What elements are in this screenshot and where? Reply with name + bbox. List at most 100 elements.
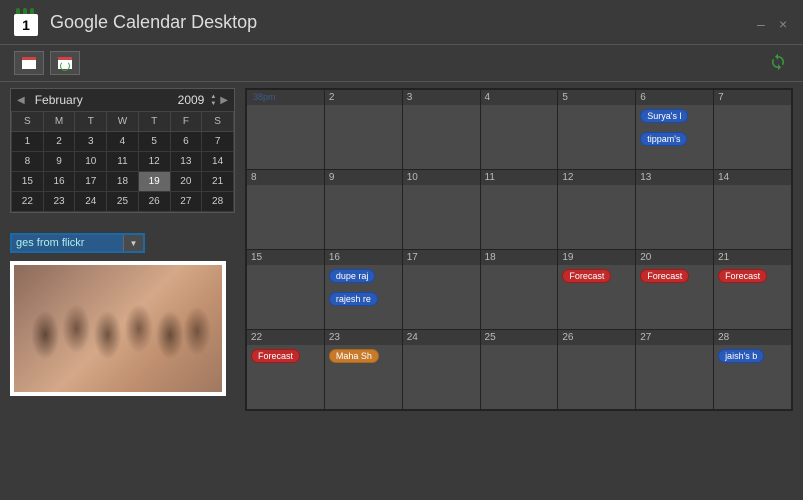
mini-day-cell[interactable]: 17 [75, 172, 107, 192]
day-cell[interactable]: 26 [558, 330, 636, 410]
event-pill[interactable]: rajesh re [329, 292, 378, 306]
day-cell[interactable]: 20 Forecast [636, 250, 714, 330]
mini-day-cell[interactable]: 1 [12, 132, 44, 152]
mini-year-label: 2009 [178, 93, 211, 107]
day-number: 5 [558, 90, 635, 105]
day-cell[interactable]: 18 [480, 250, 558, 330]
mini-day-header: F [170, 112, 202, 132]
mini-day-cell[interactable]: 10 [75, 152, 107, 172]
mini-day-cell[interactable]: 3 [75, 132, 107, 152]
day-cell[interactable]: 2 [324, 90, 402, 170]
year-spinner[interactable]: ▲▼ [210, 94, 216, 107]
mini-day-cell[interactable]: 28 [202, 192, 234, 212]
day-number: 26 [558, 330, 635, 345]
event-pill[interactable]: dupe raj [329, 269, 376, 283]
mini-day-cell[interactable]: 9 [43, 152, 75, 172]
day-number: 6 [636, 90, 713, 105]
mini-day-cell[interactable]: 20 [170, 172, 202, 192]
prev-month-button[interactable]: ◀ [17, 95, 25, 106]
day-cell[interactable]: 8 [247, 170, 325, 250]
day-cell[interactable]: 19Forecast [558, 250, 636, 330]
day-cell[interactable]: 10 [402, 170, 480, 250]
chevron-down-icon[interactable]: ▼ [123, 235, 143, 251]
mini-day-cell[interactable]: 19 [138, 172, 170, 192]
mini-day-cell[interactable]: 16 [43, 172, 75, 192]
day-cell[interactable]: 21Forecast [714, 250, 792, 330]
mini-day-cell[interactable]: 22 [12, 192, 44, 212]
day-cell[interactable]: 12 [558, 170, 636, 250]
day-cell[interactable]: 17 [402, 250, 480, 330]
mini-day-header: M [43, 112, 75, 132]
mini-day-cell[interactable]: 8 [12, 152, 44, 172]
mini-day-cell[interactable]: 21 [202, 172, 234, 192]
day-number: 25 [481, 330, 558, 345]
mini-day-cell[interactable]: 27 [170, 192, 202, 212]
day-number: 9 [325, 170, 402, 185]
day-cell[interactable]: 15 [247, 250, 325, 330]
event-pill[interactable]: Forecast [640, 269, 689, 283]
event-pill[interactable]: Forecast [562, 269, 611, 283]
day-number: 10 [403, 170, 480, 185]
event-pill[interactable]: Surya's l [640, 109, 688, 123]
mini-day-cell[interactable]: 4 [107, 132, 139, 152]
mini-day-header: W [107, 112, 139, 132]
event-pill[interactable]: Maha Sh [329, 349, 379, 363]
mini-day-cell[interactable]: 26 [138, 192, 170, 212]
mini-day-cell[interactable]: 5 [138, 132, 170, 152]
day-number: 20 [636, 250, 713, 265]
day-cell[interactable]: 11 [480, 170, 558, 250]
day-number: 2 [325, 90, 402, 105]
next-month-button[interactable]: ▶ [220, 95, 228, 106]
minimize-icon[interactable]: – [757, 16, 769, 28]
day-cell[interactable]: 24 [402, 330, 480, 410]
day-number: 12 [558, 170, 635, 185]
mini-day-header: S [202, 112, 234, 132]
dropdown-input[interactable] [12, 235, 123, 251]
refresh-icon[interactable] [769, 53, 789, 73]
mini-day-cell[interactable]: 12 [138, 152, 170, 172]
mini-day-cell[interactable]: 13 [170, 152, 202, 172]
mini-day-cell[interactable]: 18 [107, 172, 139, 192]
day-number: 27 [636, 330, 713, 345]
day-cell[interactable]: 23Maha Sh [324, 330, 402, 410]
day-cell[interactable]: 3 [402, 90, 480, 170]
day-cell[interactable]: 27 [636, 330, 714, 410]
sync-calendar-button[interactable] [50, 51, 80, 75]
day-cell[interactable]: 28jaish's b [714, 330, 792, 410]
day-cell[interactable]: 7 [714, 90, 792, 170]
month-view: 38pm23456 Surya's l tippam's 7 891011121314 1… [245, 88, 793, 411]
day-cell[interactable]: 6 Surya's l tippam's [636, 90, 714, 170]
mini-day-cell[interactable]: 7 [202, 132, 234, 152]
mini-day-cell[interactable]: 15 [12, 172, 44, 192]
day-cell[interactable]: 22Forecast [247, 330, 325, 410]
mini-day-cell[interactable]: 6 [170, 132, 202, 152]
app-logo-icon: 1 [12, 8, 40, 36]
image-source-dropdown[interactable]: ▼ [10, 233, 145, 253]
mini-day-cell[interactable]: 25 [107, 192, 139, 212]
mini-day-cell[interactable]: 14 [202, 152, 234, 172]
day-cell[interactable]: 9 [324, 170, 402, 250]
mini-day-cell[interactable]: 2 [43, 132, 75, 152]
mini-day-header: T [138, 112, 170, 132]
day-cell[interactable]: 4 [480, 90, 558, 170]
close-icon[interactable]: × [779, 16, 791, 28]
day-cell[interactable]: 5 [558, 90, 636, 170]
event-pill[interactable]: Forecast [251, 349, 300, 363]
mini-day-cell[interactable]: 11 [107, 152, 139, 172]
event-pill[interactable]: tippam's [640, 132, 687, 146]
day-number: 38pm [247, 90, 324, 105]
day-number: 18 [481, 250, 558, 265]
mini-day-cell[interactable]: 24 [75, 192, 107, 212]
event-pill[interactable]: jaish's b [718, 349, 764, 363]
day-number: 13 [636, 170, 713, 185]
day-cell[interactable]: 38pm [247, 90, 325, 170]
day-cell[interactable]: 14 [714, 170, 792, 250]
day-cell[interactable]: 25 [480, 330, 558, 410]
mini-day-cell[interactable]: 23 [43, 192, 75, 212]
day-cell[interactable]: 13 [636, 170, 714, 250]
new-event-button[interactable] [14, 51, 44, 75]
event-pill[interactable]: Forecast [718, 269, 767, 283]
mini-grid: SMTWTFS 12345678910111213141516171819202… [11, 111, 234, 212]
day-number: 24 [403, 330, 480, 345]
day-cell[interactable]: 16dupe rajrajesh re [324, 250, 402, 330]
